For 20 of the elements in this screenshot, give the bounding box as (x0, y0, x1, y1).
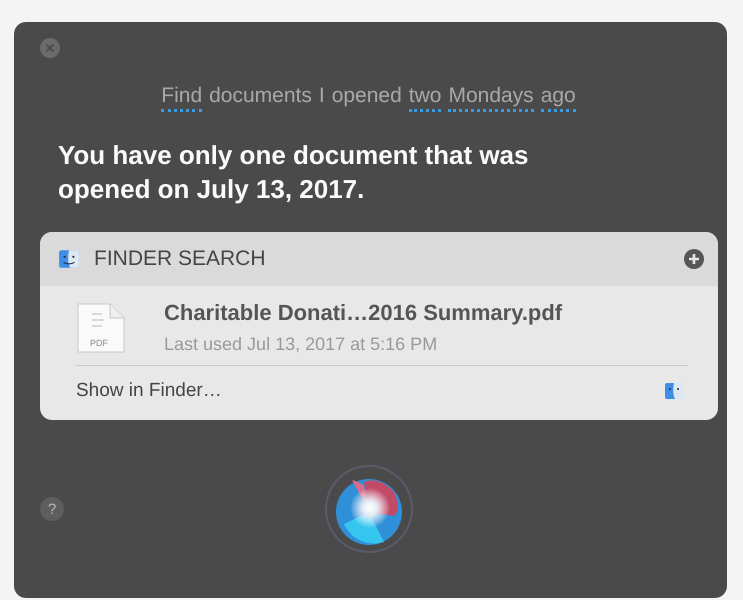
card-title: FINDER SEARCH (94, 247, 267, 271)
show-in-finder-link[interactable]: Show in Finder… (76, 380, 222, 402)
query-word: I (318, 84, 325, 109)
file-detail: Last used Jul 13, 2017 at 5:16 PM (164, 334, 438, 355)
file-name: Charitable Donati…2016 Summary.pdf (164, 300, 562, 326)
query-word: ago (540, 84, 576, 112)
siri-orb-icon[interactable] (324, 464, 414, 554)
query-word: Find (161, 84, 202, 112)
query-word: two (408, 84, 442, 112)
query-word: documents (209, 84, 312, 109)
finder-icon (58, 248, 80, 270)
file-type-label: PDF (90, 338, 108, 348)
result-row[interactable]: PDF Charitable Donati…2016 Summary.pdf Last used Jul 13, 2017 at 5:16 PM (40, 286, 718, 365)
query-word: Mondays (448, 84, 534, 112)
add-icon[interactable] (684, 249, 704, 269)
document-icon (76, 302, 126, 354)
finder-icon[interactable] (664, 381, 684, 401)
help-button[interactable]: ? (40, 497, 64, 521)
query-word: opened (332, 84, 402, 109)
response-text: You have only one document that was opened on July 13, 2017. (58, 139, 530, 206)
